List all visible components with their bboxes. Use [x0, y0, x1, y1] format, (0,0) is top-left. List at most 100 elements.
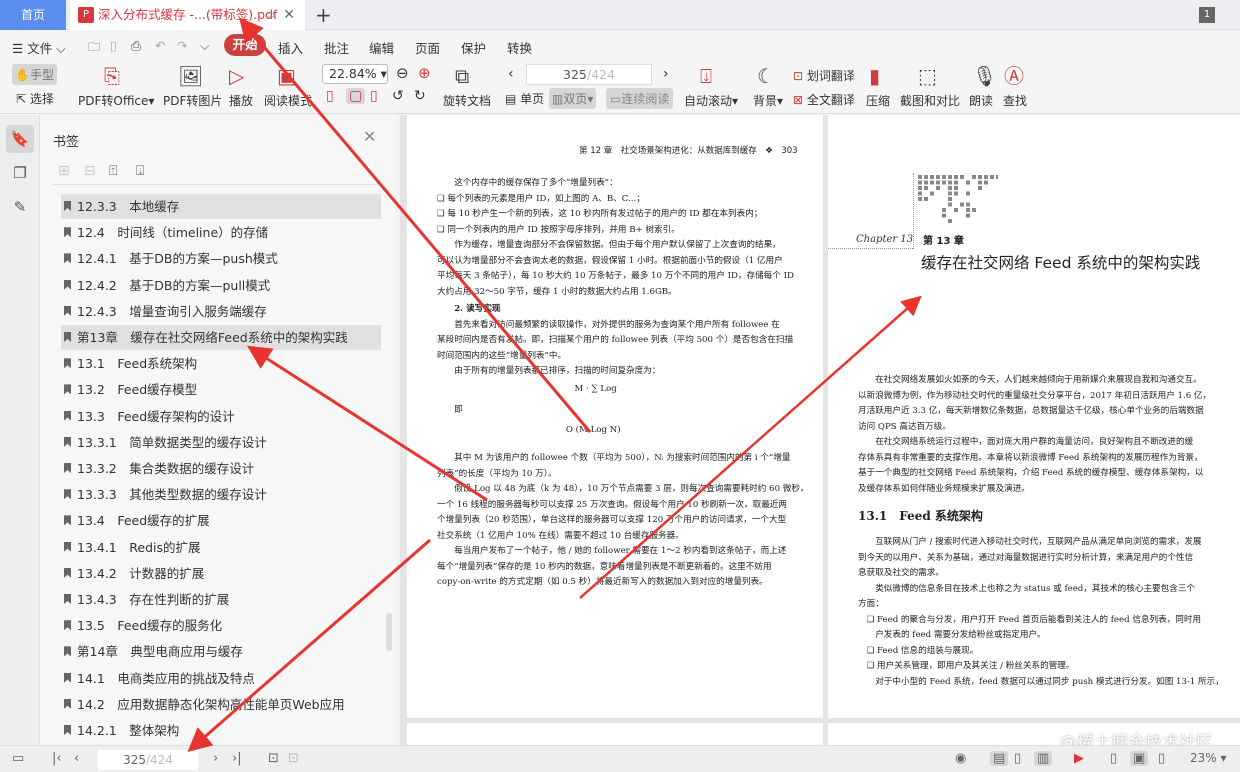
rotate-left-icon[interactable]: ↺: [392, 88, 404, 104]
tab-edit[interactable]: 编辑: [369, 38, 394, 57]
actual-size-icon[interactable]: ▯: [326, 88, 334, 104]
add-bookmark-icon[interactable]: ⍐: [109, 163, 117, 179]
bookmark-item[interactable]: 13.3.1 简单数据类型的缓存设计: [61, 430, 381, 455]
bookmark-item[interactable]: 13.3 Feed缓存架构的设计: [61, 404, 381, 429]
page-number-input[interactable]: 325/424: [526, 64, 652, 85]
hand-tool-button[interactable]: ✋手型: [12, 64, 57, 85]
remove-bookmark-icon[interactable]: ⍗: [136, 163, 144, 179]
play-icon[interactable]: ▶: [1074, 751, 1084, 766]
select-tool-button[interactable]: ⇱ 选择: [16, 90, 54, 107]
forward-icon[interactable]: ⊡: [288, 751, 299, 766]
zoom-out-icon[interactable]: ⊖: [396, 64, 409, 82]
zoom-select[interactable]: 23% ▾: [1190, 751, 1227, 765]
new-tab-button[interactable]: +: [315, 0, 332, 30]
read-aloud-button[interactable]: 朗读: [969, 92, 993, 109]
compress-button[interactable]: 压缩: [866, 92, 890, 109]
find-button[interactable]: 查找: [1003, 92, 1027, 109]
actual-size-icon[interactable]: ▯: [1110, 751, 1117, 766]
bookmark-item[interactable]: 13.4.1 Redis的扩展: [61, 535, 381, 560]
fit-width-icon[interactable]: ▯: [1158, 751, 1165, 766]
bookmark-item[interactable]: 第13章 缓存在社交网络Feed系统中的架构实践: [61, 325, 381, 350]
file-menu[interactable]: ☰ 文件 ⌵: [12, 38, 66, 57]
save-icon[interactable]: ▯: [110, 38, 117, 53]
read-mode-button[interactable]: 阅读模式: [264, 92, 312, 109]
tab-document-title: 深入分布式缓存 -...(带标签).pdf: [98, 7, 278, 22]
open-icon[interactable]: 🗀: [88, 38, 101, 59]
bookmark-item[interactable]: 14.2 应用数据静态化架构高性能单页Web应用: [61, 692, 381, 717]
tab-page[interactable]: 页面: [415, 38, 440, 57]
bookmark-item[interactable]: 13.3.2 集合类数据的缓存设计: [61, 456, 381, 481]
rotate-doc-button[interactable]: 旋转文档: [443, 92, 491, 109]
close-tab-icon[interactable]: ✕: [283, 0, 295, 30]
back-icon[interactable]: ⊡: [268, 751, 279, 766]
bookmark-item[interactable]: 13.3.3 其他类型数据的缓存设计: [61, 482, 381, 507]
tab-start[interactable]: 开始: [224, 34, 266, 56]
tab-protect[interactable]: 保护: [461, 38, 486, 57]
pin-icon[interactable]: ▭: [265, 0, 275, 30]
eye-protect-icon[interactable]: ◉: [955, 751, 966, 766]
background-button[interactable]: 背景▾: [753, 92, 783, 109]
redo-icon[interactable]: ↷: [177, 38, 187, 53]
side-rail: 🔖 ❐ ✎: [0, 115, 40, 745]
pdf-to-image-button[interactable]: PDF转图片: [163, 92, 222, 109]
bookmark-item[interactable]: 12.3.3 本地缓存: [61, 194, 381, 219]
sidebar-toggle-icon[interactable]: ▭: [12, 751, 24, 766]
tab-home[interactable]: 首页: [0, 0, 66, 30]
tab-annotate[interactable]: 批注: [324, 38, 349, 57]
zoom-select[interactable]: 22.84% ▾: [322, 64, 388, 84]
single-page-button[interactable]: ▤ 单页: [505, 90, 544, 107]
bookmark-item[interactable]: 14.2.1 整体架构: [61, 718, 381, 743]
bookmark-item[interactable]: 13.2 Feed缓存模型: [61, 377, 381, 402]
thumbnail-panel-icon[interactable]: ❐: [6, 159, 34, 187]
prev-page-button[interactable]: ‹: [74, 751, 79, 766]
print-icon[interactable]: ⎙: [131, 38, 141, 54]
double-page-button[interactable]: ▥双页▾: [549, 88, 597, 109]
bookmark-item[interactable]: 13.4.3 存在性判断的扩展: [61, 587, 381, 612]
bookmark-item[interactable]: 12.4.2 基于DB的方案—pull模式: [61, 273, 381, 298]
continuous-view-icon[interactable]: ▯: [1014, 751, 1021, 766]
prev-page-button[interactable]: ‹: [508, 66, 514, 82]
screenshot-compare-button[interactable]: 截图和对比: [900, 92, 960, 109]
bookmark-item[interactable]: 12.4.3 增量查询引入服务端缓存: [61, 299, 381, 324]
fit-width-icon[interactable]: ▯: [370, 88, 378, 104]
last-page-button[interactable]: ›|: [232, 751, 242, 766]
tab-convert[interactable]: 转换: [507, 38, 532, 57]
bookmark-item[interactable]: 13.5 Feed缓存的服务化: [61, 613, 381, 638]
scrollbar-thumb[interactable]: [386, 613, 392, 651]
signature-panel-icon[interactable]: ✎: [6, 193, 34, 221]
first-page-button[interactable]: |‹: [52, 751, 62, 766]
full-translate-button[interactable]: ⊠ 全文翻译: [793, 91, 855, 108]
next-page-button[interactable]: ›: [213, 751, 218, 766]
fit-page-icon[interactable]: ▣: [1130, 751, 1149, 766]
pdf-to-office-button[interactable]: PDF转Office▾: [78, 92, 154, 109]
rotate-right-icon[interactable]: ↻: [414, 88, 426, 104]
status-page-input[interactable]: 325/424: [98, 750, 198, 770]
window-count-badge[interactable]: 1: [1199, 7, 1215, 23]
fit-page-icon[interactable]: ▢: [346, 88, 366, 104]
continuous-read-button[interactable]: ▭连续阅读: [606, 88, 674, 109]
collapse-all-icon[interactable]: ⊟: [84, 163, 96, 179]
bookmark-item[interactable]: 13.4 Feed缓存的扩展: [61, 508, 381, 533]
close-panel-icon[interactable]: ✕: [363, 127, 376, 146]
word-translate-button[interactable]: ⊡ 划词翻译: [793, 67, 855, 84]
auto-scroll-button[interactable]: 自动滚动▾: [684, 92, 738, 109]
play-button[interactable]: 播放: [229, 92, 253, 109]
zoom-in-icon[interactable]: ⊕: [418, 64, 431, 82]
bookmark-item[interactable]: 第14章 典型电商应用与缓存: [61, 639, 381, 664]
more-icon[interactable]: ⌵: [200, 38, 209, 54]
next-page-button[interactable]: ›: [663, 66, 669, 82]
expand-all-icon[interactable]: ⊞: [58, 163, 70, 179]
bookmark-item[interactable]: 12.4.1 基于DB的方案—push模式: [61, 246, 381, 271]
tab-insert[interactable]: 插入: [278, 38, 303, 57]
continuous-label: 连续阅读: [621, 92, 670, 106]
bookmark-item[interactable]: 14.1 电商类应用的挑战及特点: [61, 666, 381, 691]
bookmark-item[interactable]: 12.4 时间线（timeline）的存储: [61, 220, 381, 245]
double-page-view-icon[interactable]: ▥: [1034, 751, 1053, 766]
tab-document[interactable]: P 深入分布式缓存 -...(带标签).pdf ▭ ✕: [70, 0, 305, 30]
bookmark-item[interactable]: 13.4.2 计数器的扩展: [61, 561, 381, 586]
undo-icon[interactable]: ↶: [155, 38, 165, 53]
bookmark-panel-icon[interactable]: 🔖: [6, 125, 34, 153]
bookmark-item[interactable]: 13.1 Feed系统架构: [61, 351, 381, 376]
dot: [954, 180, 958, 185]
single-page-view-icon[interactable]: ▤: [990, 751, 1009, 766]
